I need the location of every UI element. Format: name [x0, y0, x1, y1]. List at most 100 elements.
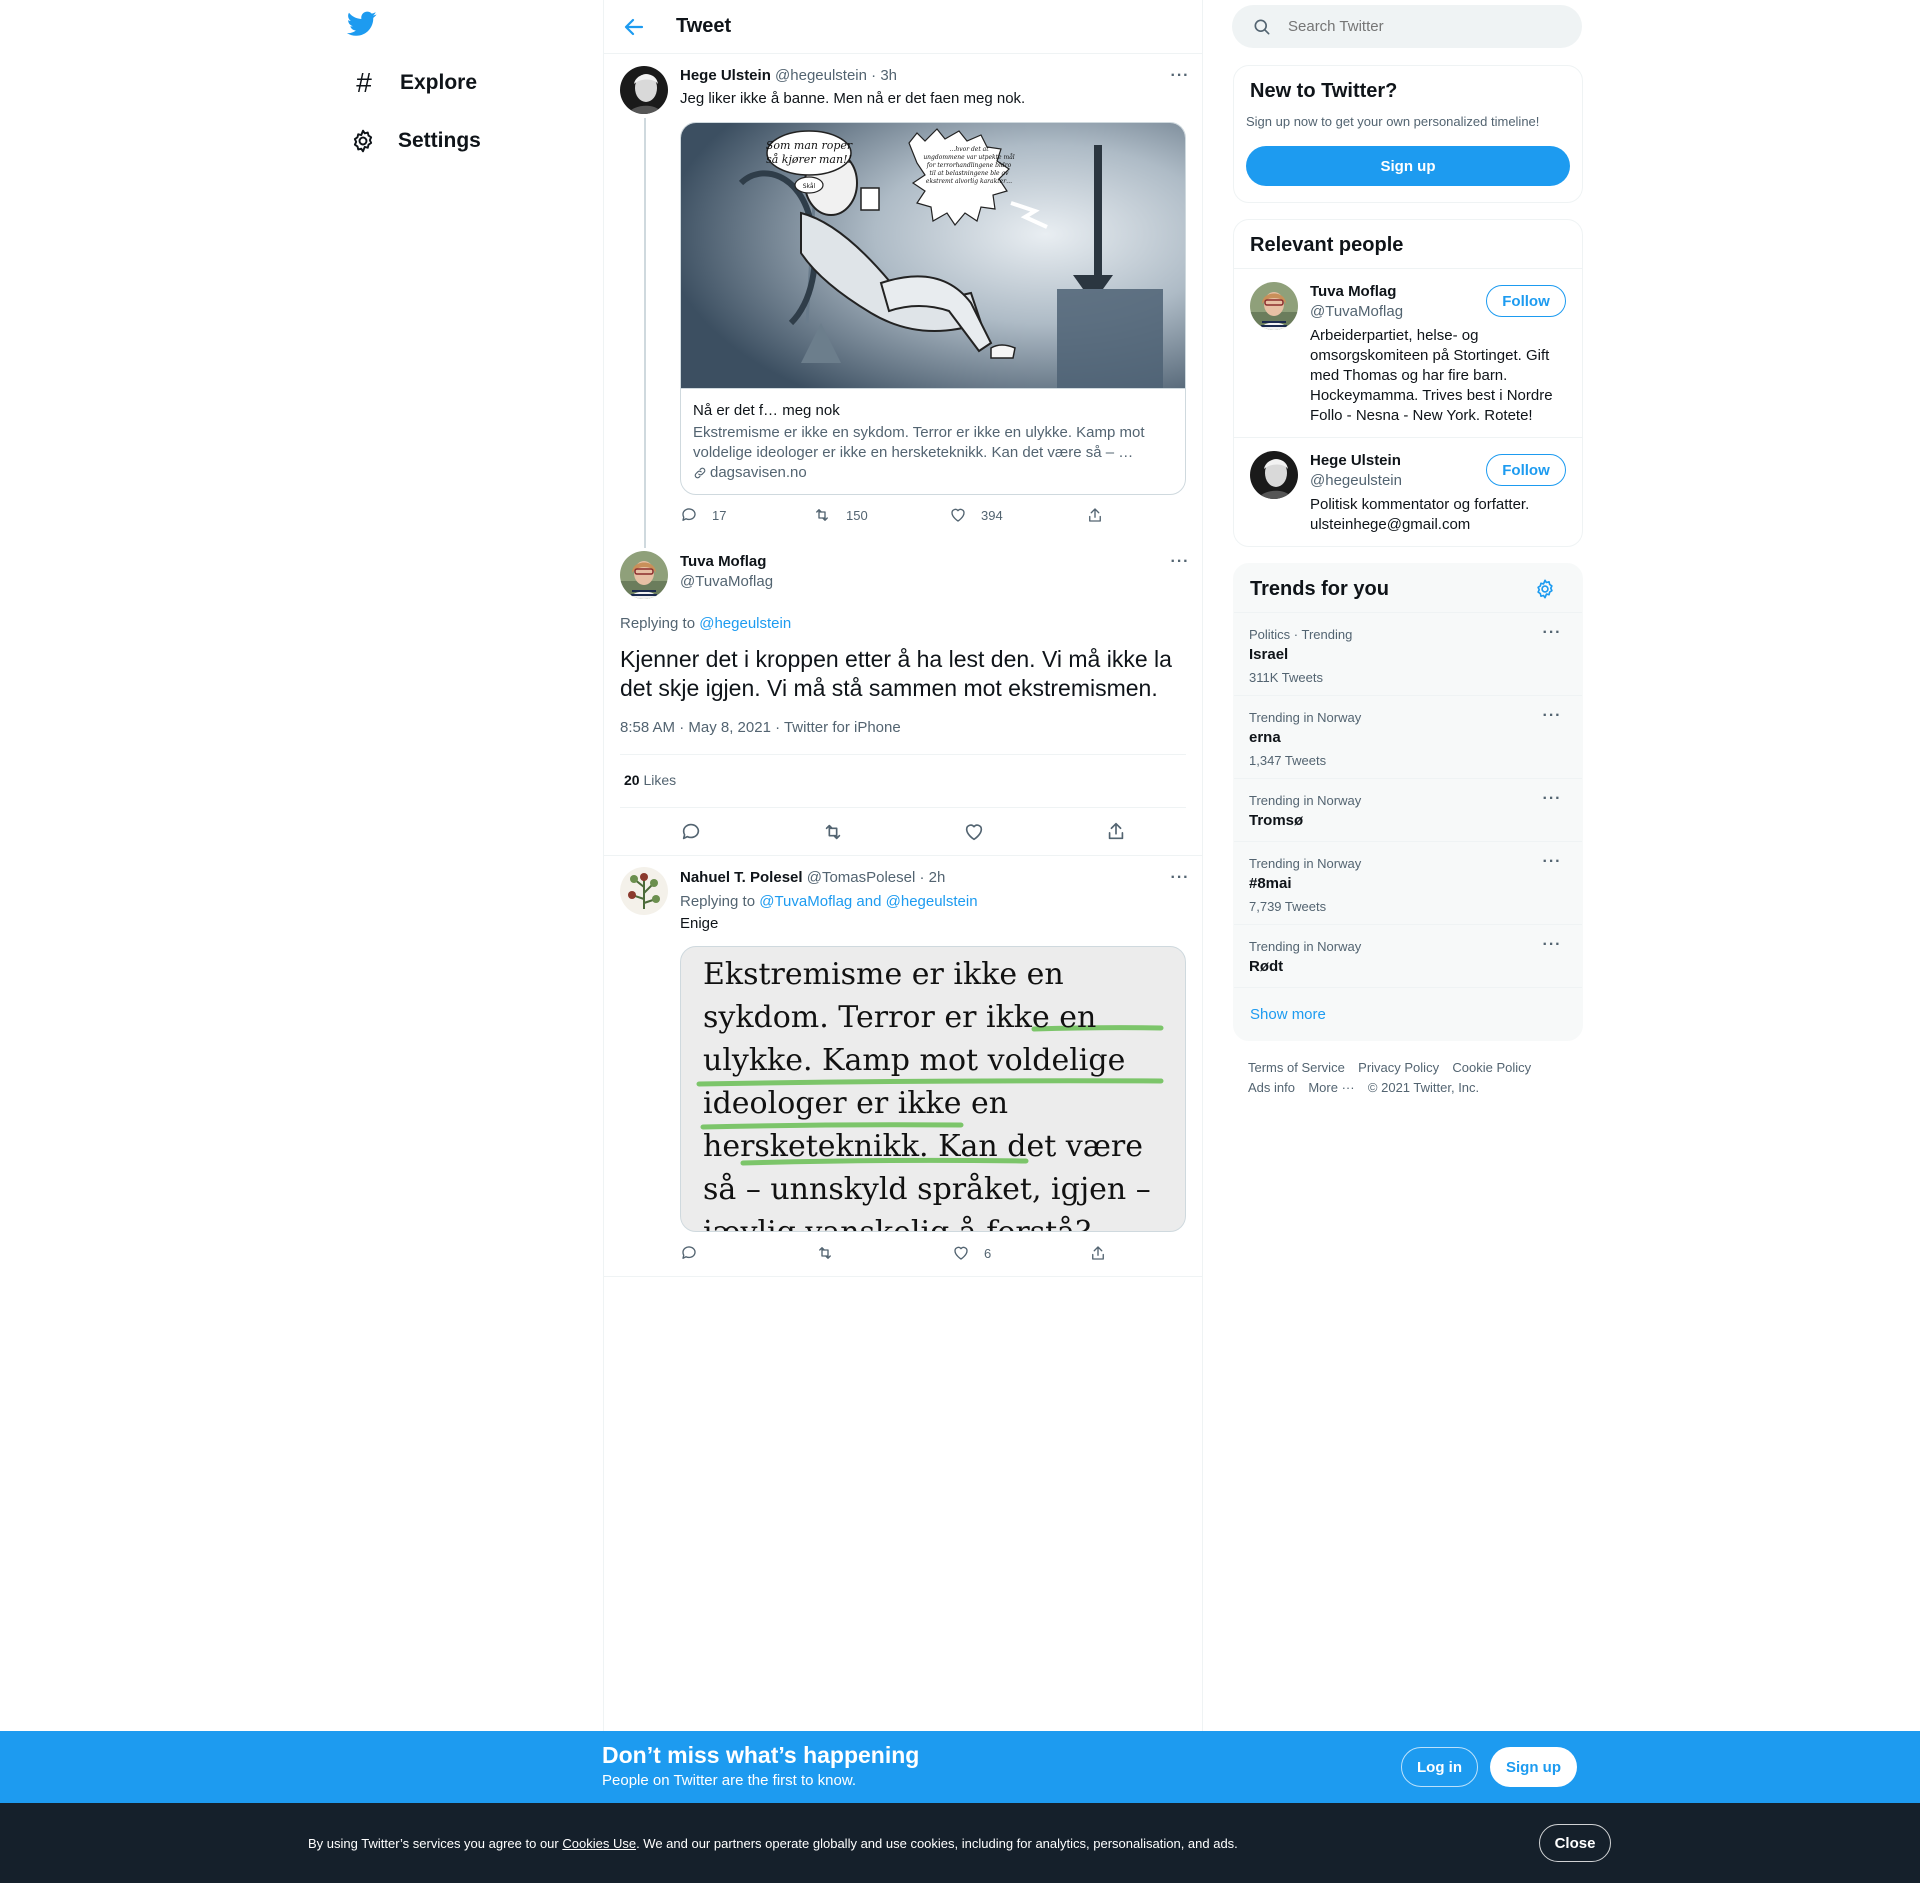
trend-item[interactable]: Politics · Trending Israel 311K Tweets ·… — [1234, 613, 1582, 696]
trends-settings-icon[interactable] — [1534, 578, 1556, 600]
reply1-like-button[interactable]: 6 — [952, 1244, 991, 1262]
share-icon — [1105, 820, 1127, 842]
tweet1-retweet-count: 150 — [846, 507, 868, 523]
avatar-tuva[interactable] — [1250, 282, 1298, 330]
person2-handle[interactable]: @hegeulstein — [1310, 472, 1402, 489]
trend-name: Rødt — [1249, 958, 1284, 975]
cookie-close-button[interactable]: Close — [1539, 1824, 1611, 1862]
link-icon — [693, 466, 707, 480]
reply1-time[interactable]: · 2h — [920, 869, 946, 886]
reply1-author-name[interactable]: Nahuel T. Polesel — [680, 869, 803, 886]
trend-item[interactable]: Trending in Norway #8mai 7,739 Tweets ··… — [1234, 842, 1582, 925]
login-button[interactable]: Log in — [1401, 1747, 1478, 1787]
person1-handle[interactable]: @TuvaMoflag — [1310, 303, 1403, 320]
main-replying-mention[interactable]: @hegeulstein — [699, 615, 791, 632]
twitter-logo-icon[interactable] — [347, 11, 383, 41]
reply-icon — [680, 506, 698, 524]
footer-ads[interactable]: Ads info — [1248, 1080, 1295, 1095]
reply1-more-icon[interactable]: ··· — [1166, 868, 1194, 888]
main-author-handle[interactable]: @TuvaMoflag — [680, 573, 773, 590]
main-retweet-button[interactable] — [821, 821, 845, 843]
main-share-button[interactable] — [1105, 820, 1127, 842]
footer-more[interactable]: More ··· — [1308, 1080, 1354, 1095]
trend-item[interactable]: Trending in Norway Tromsø ··· — [1234, 779, 1582, 842]
footer-terms[interactable]: Terms of Service — [1248, 1060, 1345, 1075]
tweet1-more-icon[interactable]: ··· — [1166, 66, 1194, 86]
nav-settings[interactable]: Settings — [350, 121, 481, 161]
trend-name: #8mai — [1249, 875, 1292, 892]
banner-signup-button[interactable]: Sign up — [1490, 1747, 1577, 1787]
nav-explore-label: Explore — [400, 71, 478, 94]
page-title: Tweet — [676, 15, 732, 37]
divider — [604, 855, 1202, 856]
trend-more-icon[interactable]: ··· — [1538, 935, 1566, 955]
tweet1-reply-button[interactable]: 17 — [680, 506, 726, 524]
reply1-retweet-button[interactable] — [815, 1244, 835, 1262]
reply-icon — [680, 1244, 698, 1262]
main-author-name[interactable]: Tuva Moflag — [680, 553, 766, 570]
reply1-share-button[interactable] — [1089, 1244, 1107, 1262]
avatar-hege[interactable] — [1250, 451, 1298, 499]
nav-settings-label: Settings — [398, 129, 481, 152]
footer-privacy[interactable]: Privacy Policy — [1358, 1060, 1439, 1075]
reply1-image[interactable]: Ekstremisme er ikke en sykdom. Terror er… — [680, 946, 1186, 1232]
footer-cookie[interactable]: Cookie Policy — [1452, 1060, 1531, 1075]
trend-item[interactable]: Trending in Norway erna 1,347 Tweets ··· — [1234, 696, 1582, 779]
follow-button-tuva[interactable]: Follow — [1486, 285, 1566, 317]
trend-more-icon[interactable]: ··· — [1538, 789, 1566, 809]
person1-name[interactable]: Tuva Moflag — [1310, 283, 1396, 300]
search-input[interactable] — [1288, 5, 1568, 48]
tweet1-reply-count: 17 — [712, 507, 727, 523]
tweet1-time[interactable]: · 3h — [871, 67, 897, 84]
search-bar[interactable] — [1232, 5, 1582, 48]
reply1-replying-mentions[interactable]: @TuvaMoflag and @hegeulstein — [759, 893, 977, 910]
main-tweet-meta[interactable]: 8:58 AM · May 8, 2021 · Twitter for iPho… — [620, 719, 901, 736]
cookie-text-after: . We and our partners operate globally a… — [636, 1836, 1238, 1851]
main-reply-button[interactable] — [680, 821, 702, 843]
avatar-tuva[interactable] — [620, 551, 668, 599]
avatar-nahuel[interactable] — [620, 867, 668, 915]
reply1-like-count: 6 — [984, 1245, 992, 1261]
tweet1-like-button[interactable]: 394 — [949, 506, 1003, 524]
relevant-people-panel: Relevant people Tuva Moflag @TuvaMoflag … — [1233, 219, 1583, 547]
reply1-author-handle[interactable]: @TomasPolesel — [807, 869, 916, 886]
relevant-people-title: Relevant people — [1250, 234, 1404, 256]
trend-item[interactable]: Trending in Norway Rødt ··· — [1234, 925, 1582, 988]
tweet1-author-handle[interactable]: @hegeulstein — [775, 67, 867, 84]
tweet1-link-card[interactable]: Som man roper så kjører man!! Skål …hvor… — [680, 122, 1186, 495]
new-to-twitter-subtitle: Sign up now to get your own personalized… — [1246, 114, 1540, 129]
person1-bio: Arbeiderpartiet, helse- og omsorgskomite… — [1310, 327, 1553, 424]
tweet1-retweet-button[interactable]: 150 — [812, 506, 868, 524]
person2-name[interactable]: Hege Ulstein — [1310, 452, 1401, 469]
cookie-use-link[interactable]: Cookies Use — [562, 1836, 636, 1851]
back-arrow-icon[interactable] — [622, 15, 646, 39]
tweet1-author-name[interactable]: Hege Ulstein — [680, 67, 771, 84]
cookie-text-before: By using Twitter’s services you agree to… — [308, 1836, 559, 1851]
bubble-left-line1: Som man roper — [766, 139, 853, 152]
card-text: Nå er det f… meg nok Ekstremisme er ikke… — [693, 401, 1173, 483]
signup-banner-subtitle: People on Twitter are the first to know. — [602, 1772, 857, 1789]
reply1-reply-button[interactable] — [680, 1244, 698, 1262]
trend-more-icon[interactable]: ··· — [1538, 623, 1566, 643]
reply-icon — [680, 821, 702, 843]
main-more-icon[interactable]: ··· — [1166, 552, 1194, 572]
card-description: Ekstremisme er ikke en sykdom. Terror er… — [693, 424, 1145, 461]
card-title: Nå er det f… meg nok — [693, 402, 840, 419]
signup-button[interactable]: Sign up — [1246, 146, 1570, 186]
hashtag-icon: # — [356, 67, 372, 98]
tweet1-share-button[interactable] — [1086, 506, 1104, 524]
tweet1-like-count: 394 — [981, 507, 1003, 523]
follow-button-hege[interactable]: Follow — [1486, 454, 1566, 486]
reply1-header: Nahuel T. Polesel @TomasPolesel · 2h — [680, 869, 945, 886]
reply1-text: Enige — [680, 915, 719, 932]
trend-count: 7,739 Tweets — [1249, 899, 1327, 914]
show-more-link[interactable]: Show more — [1250, 1006, 1326, 1023]
avatar-hege[interactable] — [620, 66, 668, 114]
trend-more-icon[interactable]: ··· — [1538, 852, 1566, 872]
main-like-button[interactable] — [963, 821, 985, 843]
footer-links: Terms of Service Privacy Policy Cookie P… — [1248, 1058, 1578, 1098]
main-likes-summary[interactable]: 20 Likes — [624, 772, 676, 788]
nav-explore[interactable]: # Explore — [350, 63, 477, 103]
card-domain-row: dagsavisen.no — [693, 463, 1173, 483]
trend-more-icon[interactable]: ··· — [1538, 706, 1566, 726]
